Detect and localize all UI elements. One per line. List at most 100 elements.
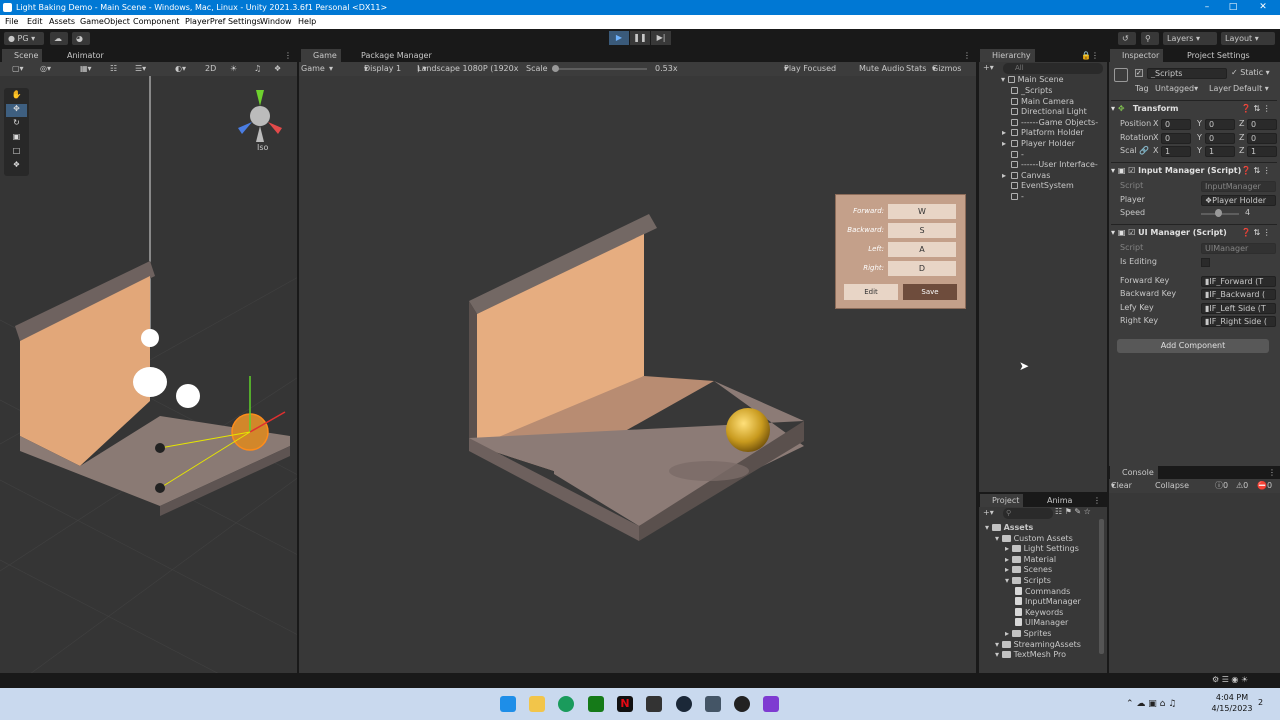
scale-x-field[interactable]: 1 bbox=[1161, 146, 1191, 157]
scale-slider-thumb[interactable] bbox=[552, 65, 559, 72]
hierarchy-item[interactable]: ▸ Player Holder bbox=[1002, 139, 1075, 149]
error-count[interactable]: ⛔ 0 bbox=[1257, 479, 1272, 493]
project-search-input[interactable]: ⚲ bbox=[1003, 508, 1053, 519]
system-tray-icons[interactable]: ⌃ ☁ ▣ ⌂ ♫ bbox=[1126, 699, 1176, 709]
hierarchy-item[interactable]: ------Game Objects- bbox=[1011, 118, 1098, 128]
menu-component[interactable]: Component bbox=[133, 15, 179, 29]
project-folder[interactable]: ▾ StreamingAssets bbox=[995, 640, 1081, 650]
xbox-icon[interactable] bbox=[588, 696, 604, 712]
expand-arrow-icon[interactable]: ▸ bbox=[1005, 555, 1012, 564]
left-key-input[interactable]: A bbox=[888, 242, 956, 257]
lock-icon[interactable]: 🔒⋮ bbox=[1079, 49, 1103, 62]
tag-dropdown[interactable]: Untagged▾ bbox=[1155, 83, 1198, 95]
console-more-icon[interactable]: ⋮ bbox=[1264, 466, 1280, 479]
rotation-z-field[interactable]: 0 bbox=[1247, 133, 1277, 144]
hierarchy-item[interactable]: - bbox=[1011, 192, 1024, 202]
expand-arrow-icon[interactable]: ▸ bbox=[1005, 629, 1012, 638]
expand-arrow-icon[interactable]: ▾ bbox=[1005, 576, 1012, 585]
tab-project-settings[interactable]: Project Settings bbox=[1175, 49, 1254, 62]
info-count[interactable]: ⓘ 0 bbox=[1215, 479, 1228, 493]
menu-file[interactable]: File bbox=[5, 15, 18, 29]
gizmos-dropdown[interactable]: Gizmos ▾ bbox=[932, 62, 961, 76]
project-folder[interactable]: ▸ Sprites bbox=[1005, 629, 1051, 639]
input-manager-header[interactable]: ▾ ▣ ☑ Input Manager (Script) ❓ ⇅ ⋮ bbox=[1111, 162, 1277, 177]
project-script[interactable]: InputManager bbox=[1015, 597, 1081, 607]
transform-tool-icon[interactable]: ❖ bbox=[6, 160, 27, 173]
tab-console[interactable]: Console bbox=[1110, 466, 1158, 479]
resolution-dropdown[interactable]: Landscape 1080P (1920x) ▾ bbox=[417, 62, 518, 76]
lighting-toggle-icon[interactable]: ☀ bbox=[230, 62, 237, 76]
start-icon[interactable] bbox=[500, 696, 516, 712]
pause-button[interactable]: ❚❚ bbox=[630, 31, 650, 45]
project-folder[interactable]: ▾ Scripts bbox=[1005, 576, 1051, 586]
expand-arrow-icon[interactable]: ▸ bbox=[1002, 128, 1006, 138]
scene-more-icon[interactable]: ⋮ bbox=[280, 49, 296, 62]
expand-arrow-icon[interactable]: ▸ bbox=[1005, 565, 1012, 574]
unity-hub-icon[interactable] bbox=[734, 696, 750, 712]
visual-studio-icon[interactable] bbox=[763, 696, 779, 712]
project-script[interactable]: Keywords bbox=[1015, 607, 1063, 618]
position-y-field[interactable]: 0 bbox=[1205, 119, 1235, 130]
menu-help[interactable]: Help bbox=[298, 15, 316, 29]
increment-snap-icon[interactable]: ☰▾ bbox=[135, 62, 146, 76]
menu-window[interactable]: Window bbox=[260, 15, 292, 29]
project-folder[interactable]: ▸ Scenes bbox=[1005, 565, 1052, 575]
project-folder[interactable]: ▾ Custom Assets bbox=[995, 534, 1073, 544]
draw-mode-icon[interactable]: ▢▾ bbox=[12, 62, 24, 76]
hand-tool-icon[interactable]: ✋ bbox=[6, 90, 27, 103]
unity-icon[interactable] bbox=[646, 696, 662, 712]
component-menu-icon[interactable]: ❓ ⇅ ⋮ bbox=[1241, 101, 1271, 116]
rotation-x-field[interactable]: 0 bbox=[1161, 133, 1191, 144]
expand-arrow-icon[interactable]: ▾ bbox=[995, 650, 1002, 659]
menu-gameobject[interactable]: GameObject bbox=[80, 15, 130, 29]
status-icons[interactable]: ⚙ ☰ ◉ ☀ bbox=[1212, 675, 1248, 684]
hierarchy-item[interactable]: EventSystem bbox=[1011, 181, 1074, 191]
close-button[interactable]: ✕ bbox=[1250, 0, 1276, 15]
right-key-field[interactable]: ▮IF_Right Side ( bbox=[1201, 316, 1276, 327]
backward-key-input[interactable]: S bbox=[888, 223, 956, 238]
hierarchy-search-input[interactable]: All bbox=[1003, 63, 1103, 74]
menu-assets[interactable]: Assets bbox=[49, 15, 75, 29]
game-view[interactable]: Forward: W Backward: S Left: A Right: D … bbox=[299, 76, 976, 673]
tab-package-manager[interactable]: Package Manager bbox=[349, 49, 436, 62]
static-toggle[interactable]: ✓ Static ▾ bbox=[1231, 68, 1270, 77]
create-add-icon[interactable]: +▾ bbox=[983, 63, 994, 72]
mute-audio-toggle[interactable]: Mute Audio bbox=[859, 62, 904, 76]
expand-arrow-icon[interactable]: ▸ bbox=[1002, 171, 1006, 181]
shading-icon[interactable]: ◐▾ bbox=[175, 62, 186, 76]
clock-date[interactable]: 4/15/2023 bbox=[1210, 704, 1254, 713]
hierarchy-item[interactable]: - bbox=[1011, 150, 1024, 160]
step-button[interactable]: ▶| bbox=[651, 31, 671, 45]
project-folder[interactable]: ▸ Material bbox=[1005, 555, 1056, 565]
game-more-icon[interactable]: ⋮ bbox=[959, 49, 975, 62]
component-menu-icon[interactable]: ❓ ⇅ ⋮ bbox=[1241, 163, 1271, 178]
expand-arrow-icon[interactable]: ▸ bbox=[1002, 139, 1006, 149]
netflix-icon[interactable]: N bbox=[617, 696, 633, 712]
layer-dropdown[interactable]: Default ▾ bbox=[1233, 83, 1269, 95]
undo-history-icon[interactable]: ↺ bbox=[1118, 32, 1136, 45]
tab-inspector[interactable]: Inspector bbox=[1110, 49, 1164, 62]
snipping-tool-icon[interactable] bbox=[705, 696, 721, 712]
axis-label-z[interactable]: Z bbox=[1239, 118, 1244, 130]
expand-arrow-icon[interactable]: ▸ bbox=[1005, 544, 1012, 553]
edit-button[interactable]: Edit bbox=[844, 284, 898, 300]
project-filter-icons[interactable]: ☷ ⚑ ✎ ☆ bbox=[1055, 507, 1091, 516]
menu-playerpref-settings[interactable]: PlayerPref Settings bbox=[185, 15, 261, 29]
display-dropdown[interactable]: Display 1 ▾ bbox=[364, 62, 401, 76]
project-folder[interactable]: ▸ Light Settings bbox=[1005, 544, 1079, 554]
forward-key-field[interactable]: ▮IF_Forward (T bbox=[1201, 276, 1276, 287]
component-menu-icon[interactable]: ❓ ⇅ ⋮ bbox=[1241, 225, 1271, 240]
is-editing-checkbox[interactable] bbox=[1201, 258, 1210, 267]
maximize-button[interactable]: □ bbox=[1220, 0, 1246, 15]
scene-gizmo-icon[interactable]: ◎▾ bbox=[40, 62, 51, 76]
scale-tool-icon[interactable]: ▣ bbox=[6, 132, 27, 145]
hierarchy-item[interactable]: _Scripts bbox=[1011, 86, 1052, 96]
audio-toggle-icon[interactable]: ♫ bbox=[254, 62, 261, 76]
scene-view[interactable]: Iso ✋ ✥ ↻ ▣ □ ❖ bbox=[0, 76, 301, 717]
hierarchy-item[interactable]: Directional Light bbox=[1011, 107, 1087, 117]
project-more-icon[interactable]: ⋮ bbox=[1091, 494, 1105, 507]
project-script[interactable]: UIManager bbox=[1015, 618, 1068, 628]
hierarchy-item[interactable]: ------User Interface- bbox=[1011, 160, 1098, 170]
tab-animator[interactable]: Animator bbox=[55, 49, 108, 62]
input-manager-enabled-checkbox[interactable]: ☑ bbox=[1128, 166, 1135, 175]
